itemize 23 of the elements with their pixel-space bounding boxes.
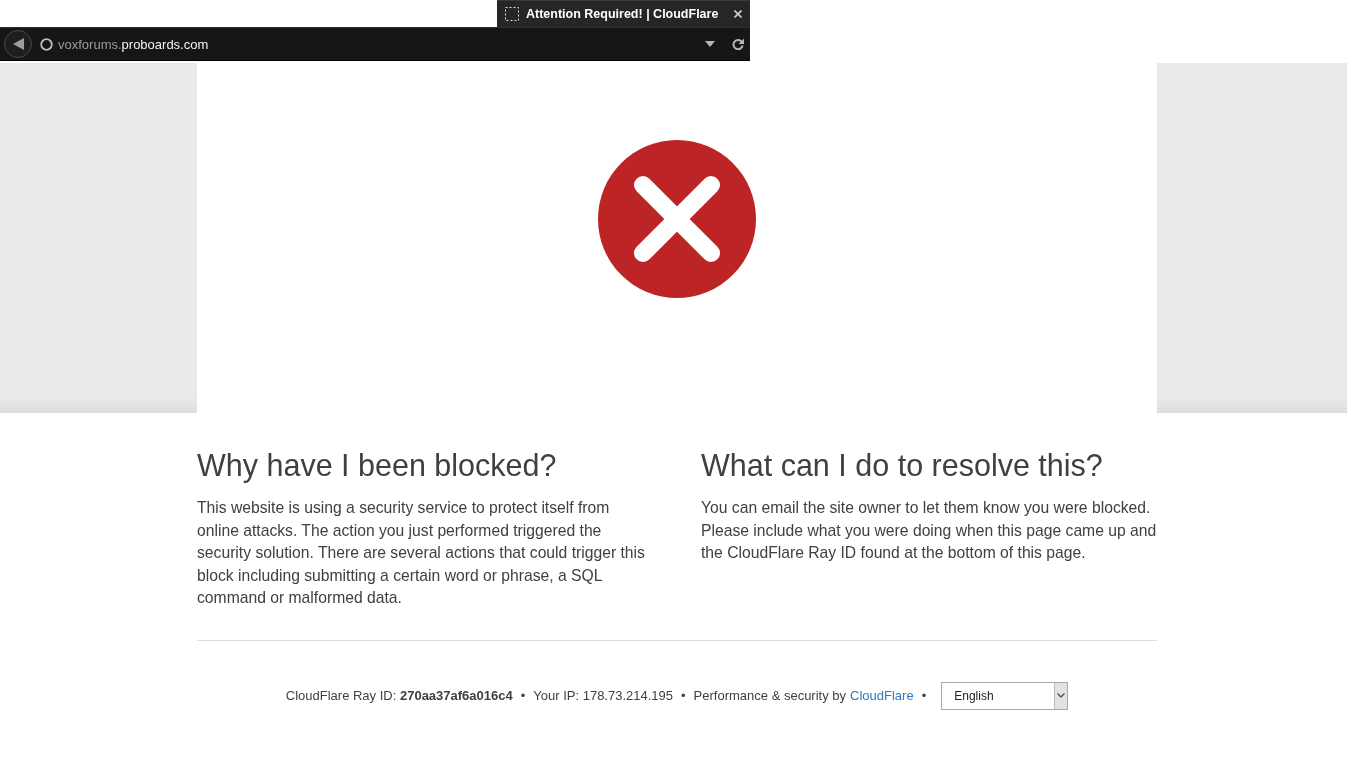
footer-text: Your IP: 178.73.214.195	[533, 688, 674, 704]
cloudflare-link[interactable]: CloudFlare	[850, 688, 914, 704]
browser-tab[interactable]: Attention Required! | CloudFlare	[497, 0, 750, 27]
ring-icon	[40, 37, 53, 51]
bullet-separator: •	[921, 688, 927, 704]
back-button[interactable]	[4, 30, 32, 58]
bullet-separator: •	[681, 688, 686, 704]
section-text: You can email the site owner to let them know you were blocked. Please include what you were doing when this page came up and the CloudFlare Ray ID found at the bottom of this page.	[701, 498, 1157, 564]
url-field[interactable]: voxforums.proboards.com	[58, 33, 705, 55]
caret-icon	[1057, 693, 1066, 699]
section-heading: Why have I been blocked?	[197, 447, 558, 483]
footer-text: CloudFlare Ray ID: 270aa37af6a016c4	[285, 688, 513, 704]
back-icon	[12, 38, 24, 50]
close-icon[interactable]	[734, 10, 742, 18]
language-select[interactable]: English	[941, 681, 1069, 710]
footer-text: Performance & security by	[693, 688, 847, 704]
caret-icon[interactable]	[705, 41, 715, 47]
section-heading: What can I do to resolve this?	[701, 447, 1104, 483]
error-icon	[598, 140, 756, 298]
bullet-separator: •	[520, 688, 526, 704]
dashed-square-icon	[505, 7, 519, 21]
reload-icon[interactable]	[732, 38, 744, 50]
section-text: This website is using a security service to protect itself from online attacks. The action you just performed triggered the security solution. There are several actions that could trigger this block including submitting a certain word or phrase, a SQL command or malformed data.	[197, 498, 646, 609]
